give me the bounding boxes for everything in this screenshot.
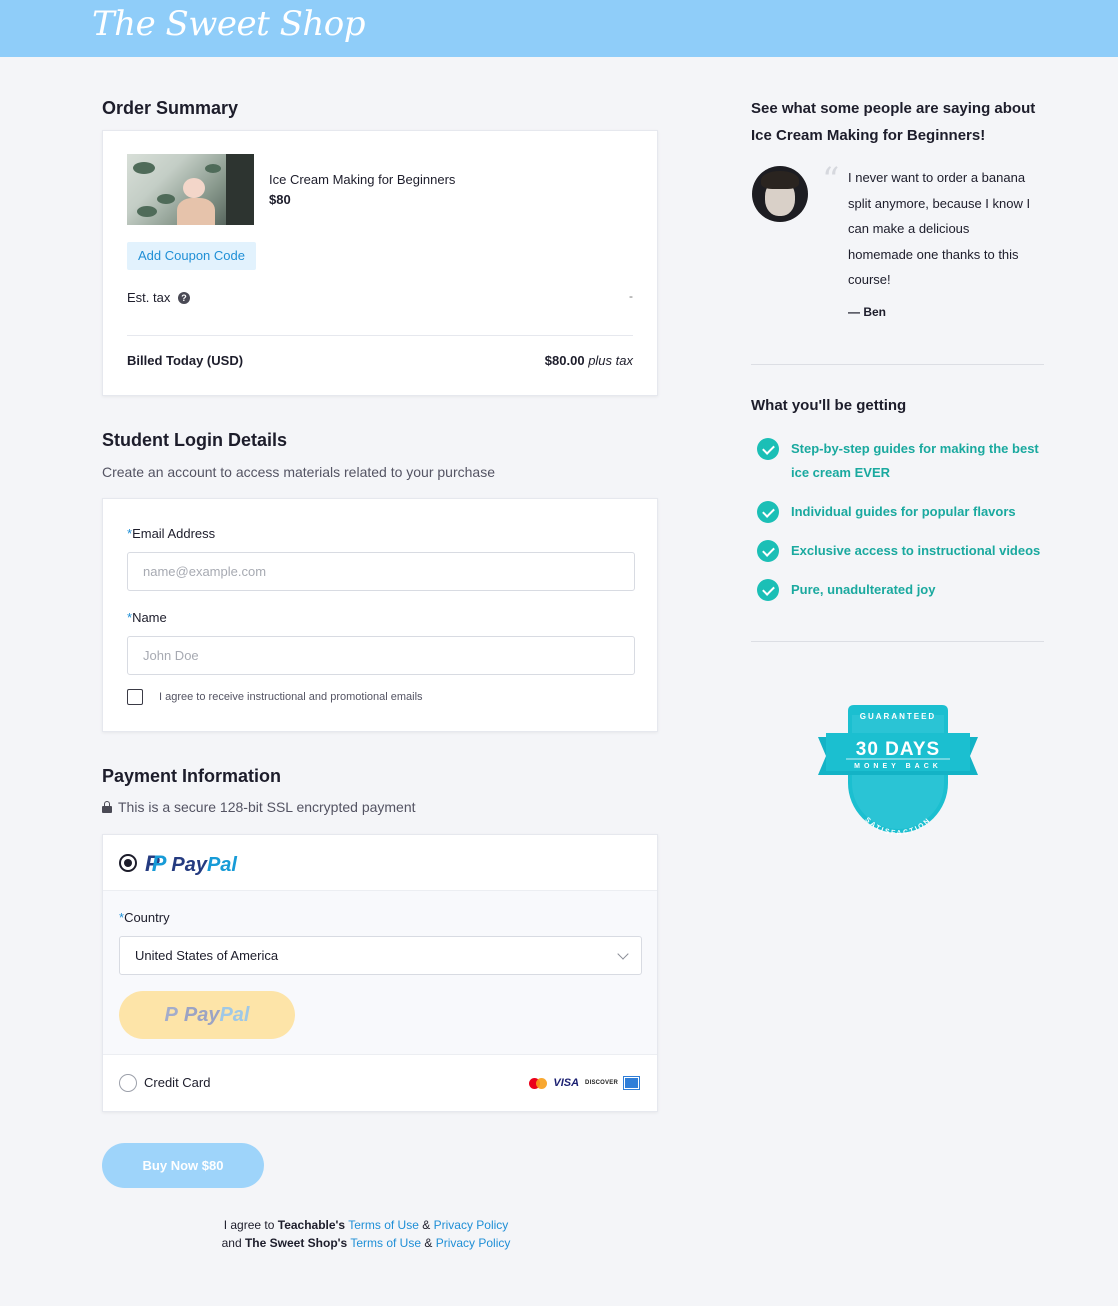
benefit-item: Pure, unadulterated joy	[757, 578, 1042, 602]
terms-link[interactable]: Terms of Use	[350, 1236, 421, 1250]
privacy-link[interactable]: Privacy Policy	[436, 1236, 511, 1250]
checkmark-icon	[757, 579, 779, 601]
badge-sub-text: MONEY BACK	[854, 763, 942, 770]
checkmark-icon	[757, 438, 779, 460]
add-coupon-button[interactable]: Add Coupon Code	[127, 242, 256, 270]
email-consent-checkbox[interactable]	[127, 689, 143, 705]
secure-note: This is a secure 128-bit SSL encrypted p…	[102, 799, 416, 815]
badge-top-text: GUARANTEED	[860, 712, 936, 721]
paypal-button-pal: Pal	[219, 1004, 250, 1026]
amex-icon	[623, 1076, 640, 1090]
name-field[interactable]	[127, 636, 635, 675]
buy-now-button[interactable]: Buy Now $80	[102, 1143, 264, 1188]
discover-icon: DISCOVER	[585, 1080, 618, 1086]
name-label: *Name	[127, 610, 167, 625]
country-label: *Country	[119, 910, 170, 925]
name-label-text: Name	[132, 610, 167, 625]
legal-company: The Sweet Shop's	[244, 1236, 348, 1250]
benefits-title: What you'll be getting	[751, 397, 907, 414]
benefit-text: Individual guides for popular flavors	[791, 504, 1016, 519]
legal-prefix: I agree to	[223, 1218, 275, 1232]
country-value: United States of America	[135, 948, 279, 963]
email-consent-label: I agree to receive instructional and pro…	[159, 691, 423, 703]
legal-amp: &	[424, 1236, 433, 1250]
card-brand-icons: VISA DISCOVER	[529, 1076, 640, 1090]
country-label-text: Country	[124, 910, 170, 925]
benefit-text: Exclusive access to instructional videos	[791, 543, 1041, 558]
billed-amount: $80.00	[544, 353, 585, 368]
paypal-button-pay: Pay	[183, 1004, 220, 1026]
legal-line-1: I agree to Teachable's Terms of Use & Pr…	[102, 1218, 630, 1232]
benefit-item: Step-by-step guides for making the best …	[757, 437, 1042, 485]
paypal-logo-pay: Pay	[171, 854, 207, 876]
paypal-checkout-button[interactable]: P PayPal	[119, 991, 295, 1039]
benefit-item: Individual guides for popular flavors	[757, 500, 1042, 524]
login-section-title: Student Login Details	[102, 430, 288, 450]
help-icon[interactable]: ?	[177, 292, 190, 304]
legal-company: Teachable's	[277, 1218, 346, 1232]
checkmark-icon	[757, 501, 779, 523]
benefit-item: Exclusive access to instructional videos	[757, 539, 1042, 563]
benefit-text: Pure, unadulterated joy	[791, 582, 936, 597]
payment-section-title: Payment Information	[102, 766, 282, 786]
avatar	[752, 166, 808, 222]
order-summary-card: Ice Cream Making for Beginners $80 Add C…	[102, 130, 658, 396]
badge-main-text: 30 DAYS	[856, 739, 940, 760]
visa-icon: VISA	[553, 1077, 580, 1089]
est-tax-value: -	[629, 289, 633, 303]
store-logo[interactable]: The Sweet Shop	[92, 4, 366, 44]
billed-today-value: $80.00 plus tax	[545, 353, 633, 368]
login-section-subtitle: Create an account to access materials re…	[102, 464, 495, 480]
payment-card: PP PayPal *Country United States of Ameri…	[102, 834, 658, 1112]
billed-suffix: plus tax	[588, 353, 633, 368]
quote-icon: “	[822, 160, 840, 200]
paypal-logo: PP PayPal	[145, 851, 237, 877]
checkmark-icon	[757, 540, 779, 562]
terms-link[interactable]: Terms of Use	[348, 1218, 419, 1232]
lock-icon	[102, 801, 112, 813]
legal-line-2: and The Sweet Shop's Terms of Use & Priv…	[102, 1236, 630, 1250]
email-label-text: Email Address	[132, 526, 216, 541]
secure-note-text: This is a secure 128-bit SSL encrypted p…	[118, 799, 416, 815]
testimonial-quote: I never want to order a banana split any…	[848, 170, 1031, 287]
product-name: Ice Cream Making for Beginners	[269, 172, 456, 187]
credit-card-radio[interactable]	[119, 1074, 137, 1092]
paypal-icon: P	[164, 1004, 178, 1026]
est-tax-label: Est. tax	[127, 290, 171, 305]
paypal-panel: *Country United States of America P PayPa…	[103, 890, 657, 1055]
legal-prefix: and	[221, 1236, 242, 1250]
right-divider	[751, 364, 1044, 365]
order-summary-title: Order Summary	[102, 98, 239, 118]
mastercard-icon	[529, 1077, 548, 1089]
paypal-logo-pal: Pal	[206, 854, 237, 876]
email-field[interactable]	[127, 552, 635, 591]
benefit-text: Step-by-step guides for making the best …	[791, 441, 1039, 480]
testimonial-author: — Ben	[848, 305, 887, 319]
billed-today-label: Billed Today (USD)	[127, 353, 244, 368]
credit-card-label: Credit Card	[144, 1075, 211, 1090]
country-select[interactable]: United States of America	[119, 936, 642, 975]
est-tax-row: Est. tax ?	[127, 290, 190, 305]
paypal-icon: PP	[145, 851, 167, 876]
legal-amp: &	[422, 1218, 431, 1232]
login-card: *Email Address *Name I agree to receive …	[102, 498, 658, 732]
chevron-down-icon	[617, 948, 629, 960]
summary-divider	[127, 335, 633, 336]
money-back-guarantee-badge: GUARANTEED 30 DAYS MONEY BACK SATISFACTI…	[818, 705, 978, 835]
paypal-radio[interactable]	[119, 854, 137, 872]
product-thumbnail	[127, 154, 254, 225]
privacy-link[interactable]: Privacy Policy	[434, 1218, 509, 1232]
testimonial-title: See what some people are saying about Ic…	[751, 100, 1036, 144]
email-label: *Email Address	[127, 526, 215, 541]
right-divider	[751, 641, 1044, 642]
product-price: $80	[269, 192, 291, 207]
site-header: The Sweet Shop	[0, 0, 1118, 57]
